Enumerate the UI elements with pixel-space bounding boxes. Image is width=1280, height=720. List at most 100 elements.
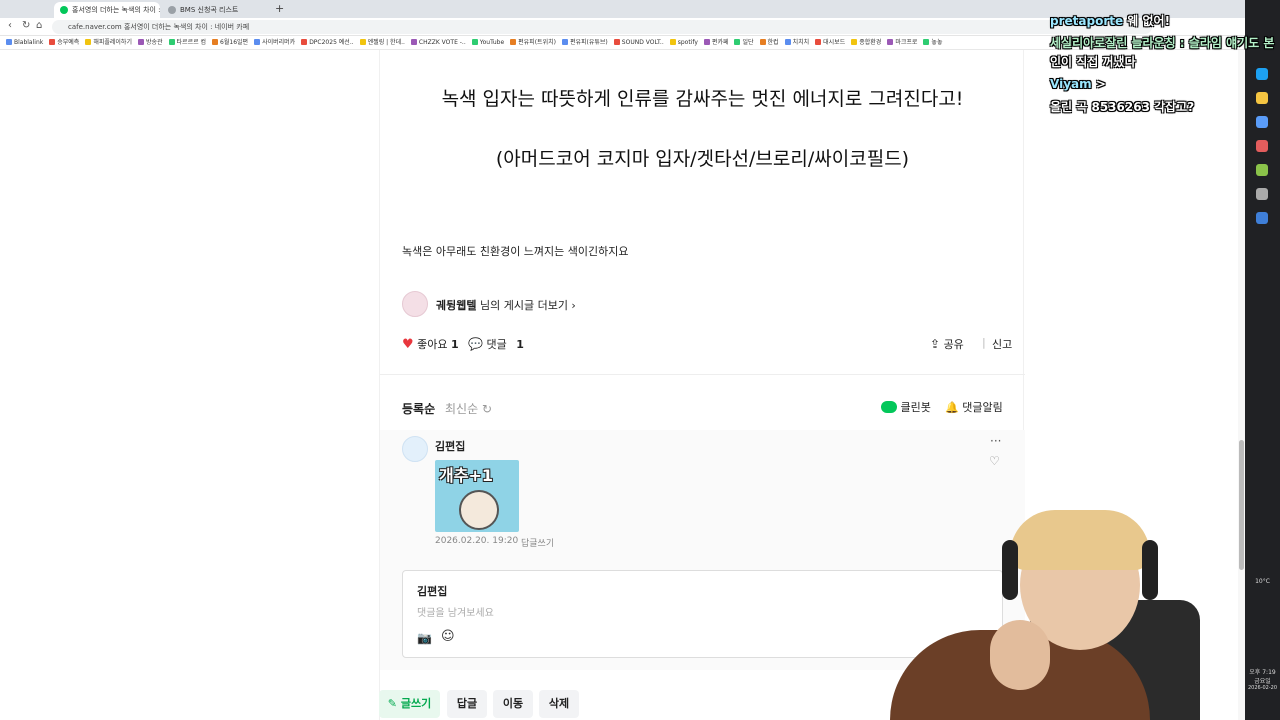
bookmark-icon	[815, 39, 822, 45]
home-icon[interactable]: ⌂	[36, 20, 42, 31]
share-icon: ⇪	[930, 337, 941, 351]
bookmark-item[interactable]: 타르르르 컴	[168, 36, 206, 49]
divider	[380, 374, 1025, 375]
bookmark-icon	[613, 39, 620, 45]
sort-latest-tab[interactable]: 최신순 ↻	[445, 400, 492, 417]
clock-time: 오후 7:19	[1249, 669, 1276, 676]
reply-button[interactable]: 답글	[447, 690, 487, 718]
app-icon[interactable]	[1256, 140, 1268, 152]
bookmark-icon	[669, 39, 676, 45]
browser-tab[interactable]: BMS 신청곡 리스트	[162, 2, 268, 18]
reply-link[interactable]: 답글쓰기	[521, 536, 554, 549]
camera-icon[interactable]: 📷	[417, 631, 432, 645]
bookmark-item[interactable]: 놓놓	[923, 36, 942, 49]
headphone-right	[1142, 540, 1158, 600]
divider: |	[982, 336, 986, 349]
app-icon[interactable]	[1256, 188, 1268, 200]
sort-registered-tab[interactable]: 등록순	[402, 400, 435, 417]
article-line-1: 녹색 입자는 따뜻하게 인류를 감싸주는 멋진 에너지로 그려진다고!	[441, 88, 964, 110]
clock-date: 2026-02-20	[1247, 685, 1278, 691]
bookmark-icon	[703, 39, 710, 45]
emoji-icon[interactable]: ☺	[441, 629, 455, 644]
bookmark-icon	[471, 39, 478, 45]
chat-message: 올린 곡 8536263 각잡고?	[1050, 100, 1195, 114]
author-more-label: 님의 게시글 더보기 ›	[479, 299, 576, 312]
comment-bubble-icon: 💬	[468, 337, 483, 351]
bookmark-item[interactable]: 승부예측	[49, 36, 79, 49]
author-avatar[interactable]	[402, 291, 428, 317]
bookmark-item[interactable]: Blablalink	[6, 36, 43, 49]
sticker-face	[459, 490, 499, 530]
tab-title: BMS 신청곡 리스트	[180, 6, 239, 14]
cafe-favicon-icon	[60, 6, 68, 14]
comment-input[interactable]: 댓글을 남겨보세요	[417, 604, 494, 619]
heart-icon: ♥	[402, 337, 414, 352]
author-more-link[interactable]: 궤뒹웹텔 님의 게시글 더보기 ›	[436, 297, 576, 313]
app-icon[interactable]	[1256, 164, 1268, 176]
bookmark-icon	[887, 39, 894, 45]
new-tab-button[interactable]: +	[275, 2, 284, 15]
bookmark-item[interactable]: 방송관	[137, 36, 163, 49]
scrollbar-track[interactable]	[1238, 50, 1245, 720]
bookmark-item[interactable]: 6월16일편	[212, 36, 248, 49]
comment-sticker-image: 개추+1	[435, 460, 519, 532]
browser-tab-active[interactable]: 홍서영의 더하는 녹색의 차이 : 네	[54, 2, 160, 18]
notes-icon[interactable]	[1256, 116, 1268, 128]
write-button[interactable]: ✎ 글쓰기	[379, 690, 440, 718]
chat-message: 인이 직접 꺼냈다	[1050, 55, 1136, 69]
bookmark-item[interactable]: 편유피(트위치)	[510, 36, 556, 49]
bookmark-icon	[734, 39, 741, 45]
comment-author[interactable]: 김편집	[435, 438, 465, 454]
bookmark-icon	[6, 39, 12, 45]
bookmark-item[interactable]: 일단	[734, 36, 754, 49]
scrollbar-thumb[interactable]	[1239, 440, 1244, 570]
bookmark-item[interactable]: CHZZK VOTE -..	[410, 36, 466, 49]
bookmark-item[interactable]: 종합환경	[851, 36, 881, 49]
bookmark-icon	[784, 39, 791, 45]
like-button[interactable]: ♥ 좋아요 1	[402, 336, 459, 352]
bookmark-item[interactable]: 편유피(유튜브)	[561, 36, 608, 49]
bookmark-item[interactable]: 한컵	[759, 36, 779, 49]
move-button[interactable]: 이동	[493, 690, 533, 718]
headphone-left	[1002, 540, 1018, 600]
share-button[interactable]: ⇪ 공유	[930, 336, 964, 352]
bookmark-icon	[301, 39, 308, 45]
bookmark-item[interactable]: 엔젤링 | 한데..	[359, 36, 405, 49]
delete-button[interactable]: 삭제	[539, 690, 579, 718]
bookmark-icon	[137, 39, 144, 45]
bookmark-item[interactable]: 해피플레이하기	[85, 36, 132, 49]
back-icon[interactable]: ‹	[8, 20, 12, 31]
comment-like-heart-icon[interactable]: ♡	[989, 454, 1000, 468]
bookmark-item[interactable]: YouTube	[471, 36, 504, 49]
bookmark-icon	[359, 39, 366, 45]
bookmark-icon	[561, 39, 568, 45]
bookmark-icon	[212, 39, 219, 45]
bookmark-item[interactable]: spotify	[669, 36, 698, 49]
hair-shape	[1010, 510, 1150, 570]
bookmark-icon	[254, 39, 261, 45]
bookmark-icon	[851, 39, 858, 45]
bookmark-item[interactable]: 대시보드	[815, 36, 845, 49]
sticker-text: 개추+1	[439, 466, 493, 485]
avatar[interactable]	[402, 436, 428, 462]
chat-message: pretaporte 웨 없어!	[1050, 14, 1171, 28]
refresh-icon: ↻	[481, 402, 493, 416]
bookmark-item[interactable]: 치치치	[784, 36, 809, 49]
reload-icon[interactable]: ↻	[22, 20, 30, 31]
comment-count-button[interactable]: 💬 댓글 1	[468, 336, 524, 352]
cleanbot-toggle[interactable]: 클린봇	[881, 399, 931, 415]
cleanbot-icon	[881, 401, 897, 413]
url-input[interactable]: cafe.naver.com 홍서영이 더하는 녹색의 차이 : 네이버 카페	[52, 20, 1152, 34]
steam-icon[interactable]	[1256, 212, 1268, 224]
bookmark-item[interactable]: 편카페	[703, 36, 728, 49]
bookmark-item[interactable]: DPC2025 예선..	[301, 36, 354, 49]
bookmark-item[interactable]: SOUND VOLT..	[613, 36, 664, 49]
bookmark-item[interactable]: 마크프로	[887, 36, 917, 49]
bookmark-item[interactable]: 사이버리머카	[254, 36, 295, 49]
report-button[interactable]: 신고	[992, 336, 1012, 352]
more-options-icon[interactable]: ···	[990, 434, 1001, 448]
twitter-icon[interactable]	[1256, 68, 1268, 80]
weather-label: 10°C	[1255, 578, 1270, 585]
folder-icon[interactable]	[1256, 92, 1268, 104]
comment-notify-toggle[interactable]: 🔔 댓글알림	[945, 399, 1003, 415]
